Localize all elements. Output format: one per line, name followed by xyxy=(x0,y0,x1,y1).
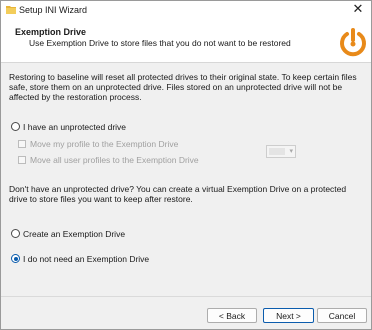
chevron-down-icon: ▾ xyxy=(289,148,293,155)
have-unprotected-radio[interactable] xyxy=(11,122,20,131)
folder-icon xyxy=(6,5,16,14)
back-button[interactable]: < Back xyxy=(207,308,257,323)
page-title: Exemption Drive xyxy=(15,27,87,37)
wizard-window: Setup INI Wizard ✕ Exemption Drive Use E… xyxy=(0,0,372,330)
wizard-header: Exemption Drive Use Exemption Drive to s… xyxy=(1,25,371,62)
no-need-radio[interactable] xyxy=(11,254,20,263)
create-drive-radio[interactable] xyxy=(11,229,20,238)
create-drive-label: Create an Exemption Drive xyxy=(23,229,126,239)
page-subtitle: Use Exemption Drive to store files that … xyxy=(29,38,291,48)
have-unprotected-label: I have an unprotected drive xyxy=(23,122,127,132)
cancel-button[interactable]: Cancel xyxy=(317,308,367,323)
move-all-profiles-checkbox[interactable] xyxy=(18,156,26,164)
wizard-footer: < Back Next > Cancel xyxy=(1,297,371,329)
move-all-profiles-label: Move all user profiles to the Exemption … xyxy=(30,155,199,165)
power-restore-logo xyxy=(338,27,368,57)
title-bar: Setup INI Wizard ✕ xyxy=(1,1,371,19)
drive-select[interactable]: ▾ xyxy=(266,145,296,158)
move-my-profile-label: Move my profile to the Exemption Drive xyxy=(30,139,179,149)
virtual-drive-text: Don't have an unprotected drive? You can… xyxy=(9,184,347,204)
close-icon[interactable]: ✕ xyxy=(351,2,365,16)
window-title: Setup INI Wizard xyxy=(19,5,88,15)
no-need-label: I do not need an Exemption Drive xyxy=(23,254,150,264)
intro-text: Restoring to baseline will reset all pro… xyxy=(9,72,357,102)
wizard-body: Restoring to baseline will reset all pro… xyxy=(1,63,371,296)
next-button[interactable]: Next > xyxy=(263,308,314,323)
move-my-profile-checkbox[interactable] xyxy=(18,140,26,148)
drive-select-value xyxy=(269,148,285,155)
